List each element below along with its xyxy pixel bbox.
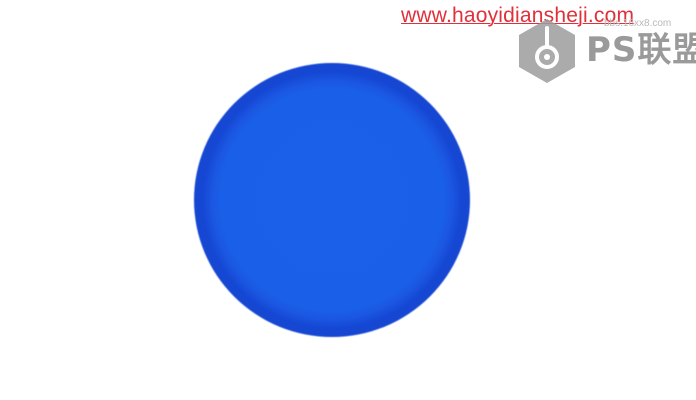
ps-logo-icon [519, 19, 575, 83]
watermark-logo-text: PS联盟 [586, 30, 696, 70]
blue-circle-graphic [194, 63, 470, 337]
image-canvas: www.haoyidiansheji.com bbs.16xx8.com PS联… [0, 0, 696, 400]
blue-circle [193, 62, 471, 338]
watermark-logo-subtext: bbs.16xx8.com [604, 18, 672, 29]
circle-inner-fill [202, 71, 462, 329]
